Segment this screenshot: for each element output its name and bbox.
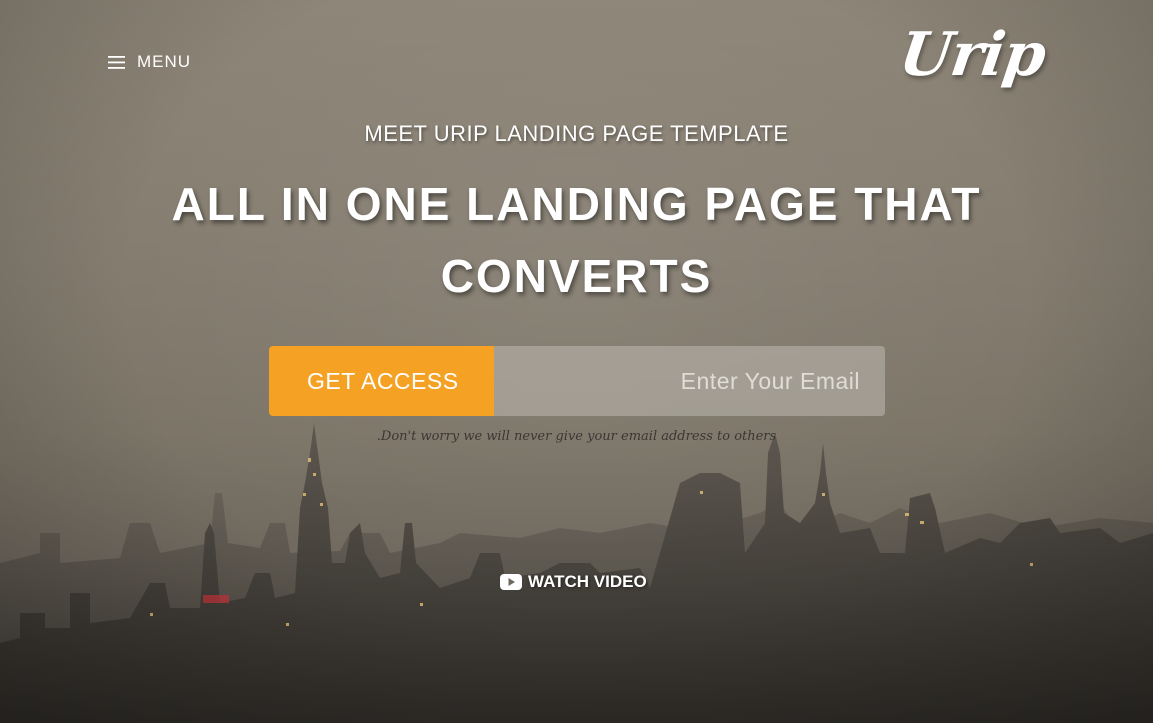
hero-tagline: MEET URIP LANDING PAGE TEMPLATE xyxy=(364,121,789,146)
email-input[interactable] xyxy=(494,346,885,416)
watch-video-label: WATCH VIDEO xyxy=(528,572,647,591)
hero-section: MENU Urip MEET URIP LANDING PAGE TEMPLAT… xyxy=(0,0,1153,723)
email-disclaimer: .Don't worry we will never give your ema… xyxy=(376,429,777,444)
watch-video-link[interactable]: WATCH VIDEO xyxy=(500,572,647,592)
get-access-button[interactable]: GET ACCESS xyxy=(269,346,494,416)
menu-button[interactable]: MENU xyxy=(108,52,191,72)
hamburger-icon xyxy=(108,55,125,69)
signup-form: GET ACCESS xyxy=(269,346,885,416)
play-video-icon xyxy=(500,574,522,590)
brand-logo[interactable]: Urip xyxy=(895,20,1050,90)
menu-label: MENU xyxy=(137,52,192,71)
hero-headline: ALL IN ONE LANDING PAGE THAT CONVERTS xyxy=(171,178,982,302)
city-skyline-background xyxy=(0,423,1153,723)
